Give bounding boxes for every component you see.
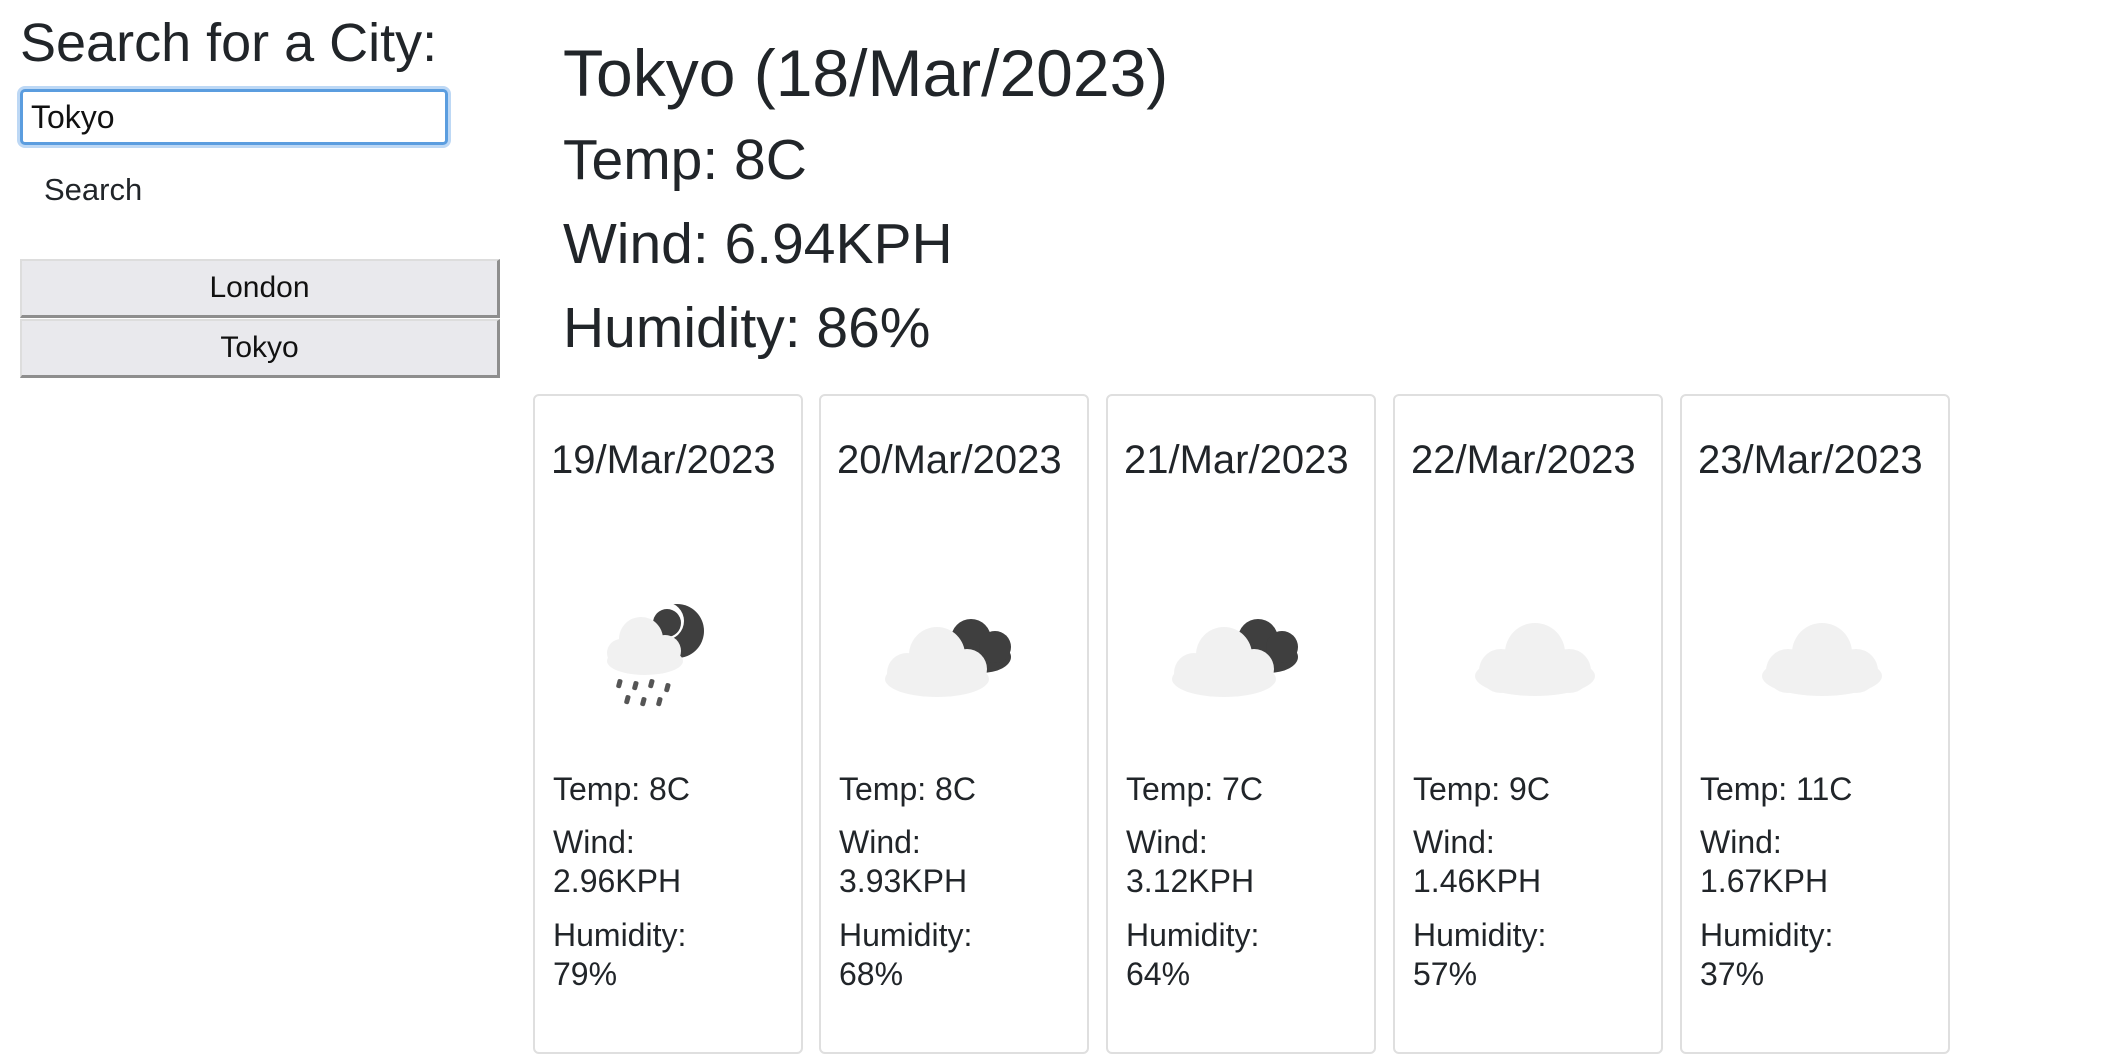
search-button[interactable]: Search xyxy=(30,166,170,214)
forecast-humidity-value: 37% xyxy=(1700,956,1765,992)
forecast-date: 21/Mar/2023 xyxy=(1124,438,1349,482)
forecast-humidity: Humidity: 64% xyxy=(1126,916,1366,994)
forecast-wind-value: 3.12KPH xyxy=(1126,863,1255,899)
forecast-wind-value: 2.96KPH xyxy=(553,863,682,899)
forecast-wind-value: 1.67KPH xyxy=(1700,863,1829,899)
forecast-wind: Wind: 1.67KPH xyxy=(1700,823,1940,901)
current-wind: Wind: 6.94KPH xyxy=(563,212,953,276)
cloud-dark-cloud-icon xyxy=(1172,619,1298,697)
forecast-humidity: Humidity: 79% xyxy=(553,916,793,994)
forecast-date: 19/Mar/2023 xyxy=(551,438,776,482)
cloud-icon xyxy=(1475,623,1595,696)
forecast-humidity: Humidity: 57% xyxy=(1413,916,1653,994)
history-button-tokyo[interactable]: Tokyo xyxy=(20,319,500,378)
forecast-wind: Wind: 3.93KPH xyxy=(839,823,1079,901)
forecast-humidity-label: Humidity: xyxy=(1700,917,1834,953)
forecast-humidity-label: Humidity: xyxy=(839,917,973,953)
five-day-forecast: 19/Mar/2023 Temp: 8C Wind: 2.96KPH Humidi… xyxy=(533,394,1953,1054)
forecast-humidity-label: Humidity: xyxy=(1126,917,1260,953)
forecast-humidity-value: 57% xyxy=(1413,956,1478,992)
forecast-temp: Temp: 7C xyxy=(1126,771,1263,807)
forecast-temp: Temp: 9C xyxy=(1413,771,1550,807)
forecast-date: 23/Mar/2023 xyxy=(1698,438,1923,482)
history-button-london[interactable]: London xyxy=(20,259,500,318)
forecast-wind-label: Wind: xyxy=(839,824,921,860)
forecast-card: 21/Mar/2023 Temp: 7C Wind: 3.12KPH Humidi… xyxy=(1106,394,1376,1054)
forecast-card: 22/Mar/2023 Temp: 9C Wind: 1.46KPH Humidi… xyxy=(1393,394,1663,1054)
current-humidity: Humidity: 86% xyxy=(563,296,931,360)
forecast-humidity-label: Humidity: xyxy=(553,917,687,953)
forecast-card: 20/Mar/2023 Temp: 8C Wind: 3.93KPH Humidi… xyxy=(819,394,1089,1054)
forecast-card: 19/Mar/2023 Temp: 8C Wind: 2.96KPH Humidi… xyxy=(533,394,803,1054)
city-search-input[interactable] xyxy=(20,89,448,145)
forecast-humidity: Humidity: 37% xyxy=(1700,916,1940,994)
forecast-wind: Wind: 2.96KPH xyxy=(553,823,793,901)
forecast-humidity: Humidity: 68% xyxy=(839,916,1079,994)
forecast-temp: Temp: 11C xyxy=(1700,771,1853,807)
rain-cloud-night-icon xyxy=(607,602,704,707)
forecast-wind-label: Wind: xyxy=(553,824,635,860)
forecast-wind: Wind: 3.12KPH xyxy=(1126,823,1366,901)
cloud-dark-cloud-icon xyxy=(885,619,1011,697)
forecast-humidity-value: 79% xyxy=(553,956,618,992)
search-title: Search for a City: xyxy=(20,13,438,73)
cloud-icon xyxy=(1762,623,1882,696)
forecast-wind-label: Wind: xyxy=(1413,824,1495,860)
current-city-date: Tokyo (18/Mar/2023) xyxy=(563,36,1169,110)
forecast-humidity-value: 68% xyxy=(839,956,904,992)
forecast-humidity-value: 64% xyxy=(1126,956,1191,992)
forecast-card: 23/Mar/2023 Temp: 11C Wind: 1.67KPH Humid… xyxy=(1680,394,1950,1054)
search-history-list: London Tokyo xyxy=(20,259,500,379)
forecast-wind-value: 1.46KPH xyxy=(1413,863,1542,899)
forecast-date: 22/Mar/2023 xyxy=(1411,438,1636,482)
forecast-wind-label: Wind: xyxy=(1700,824,1782,860)
current-weather: Tokyo (18/Mar/2023) Temp: 8C Wind: 6.94K… xyxy=(563,28,1168,370)
forecast-temp: Temp: 8C xyxy=(839,771,976,807)
current-temp: Temp: 8C xyxy=(563,128,807,192)
forecast-date: 20/Mar/2023 xyxy=(837,438,1062,482)
forecast-temp: Temp: 8C xyxy=(553,771,690,807)
forecast-wind-value: 3.93KPH xyxy=(839,863,968,899)
forecast-wind: Wind: 1.46KPH xyxy=(1413,823,1653,901)
forecast-humidity-label: Humidity: xyxy=(1413,917,1547,953)
forecast-wind-label: Wind: xyxy=(1126,824,1208,860)
